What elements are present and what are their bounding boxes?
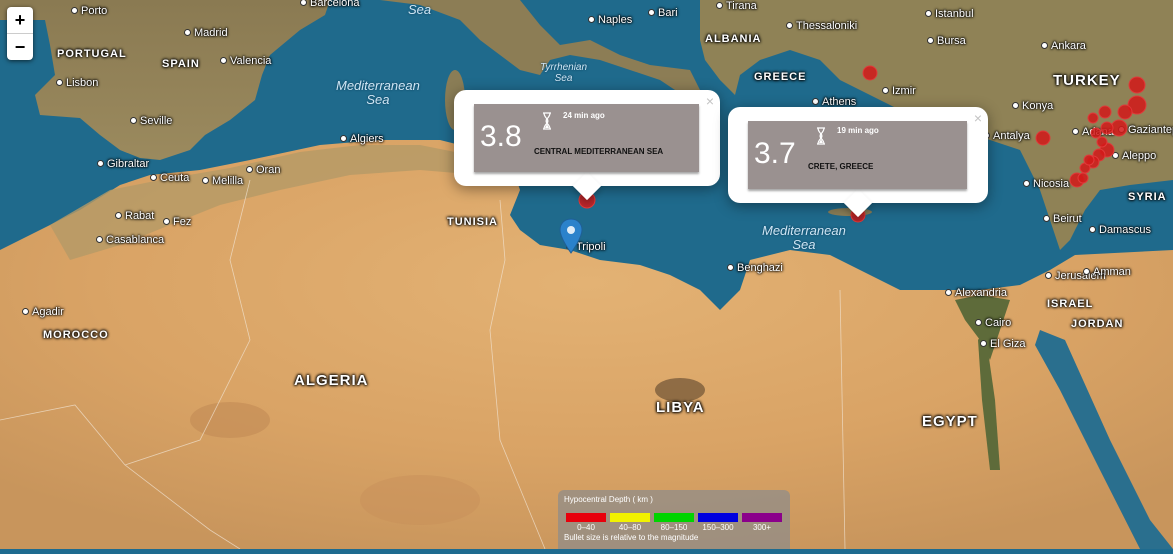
zoom-out-button[interactable]: −: [7, 33, 33, 60]
city-casablanca: Casablanca: [96, 234, 164, 246]
quake-magnitude: 3.8: [480, 120, 522, 153]
legend-range-label: 40–80: [618, 523, 642, 532]
country-syria: SYRIA: [1128, 191, 1167, 203]
country-algeria: ALGERIA: [294, 372, 369, 389]
city-nicosia: Nicosia: [1023, 178, 1069, 190]
sea-label-tyrrhenian: Tyrrhenian Sea: [540, 62, 588, 84]
sea-label-med-east: Mediterranean Sea: [762, 223, 846, 252]
quake-time-ago: 24 min ago: [563, 111, 605, 120]
city-madrid: Madrid: [184, 27, 228, 39]
popup-close-button[interactable]: ×: [974, 110, 982, 126]
country-albania: ALBANIA: [705, 33, 762, 45]
location-pin-icon[interactable]: [559, 218, 583, 254]
city-agadir: Agadir: [22, 306, 64, 318]
country-portugal: PORTUGAL: [57, 48, 127, 60]
city-alexandria: Alexandria: [945, 287, 1007, 299]
country-israel: ISRAEL: [1047, 298, 1094, 310]
city-bursa: Bursa: [927, 35, 966, 47]
city-seville: Seville: [130, 115, 172, 127]
quake-info-card: 3.7 19 min ago CRETE, GREECE: [748, 121, 967, 189]
city-gibraltar: Gibraltar: [97, 158, 149, 170]
depth-legend: Hypocentral Depth ( km ) 0–40 40–80 80–1…: [558, 490, 790, 549]
zoom-in-button[interactable]: +: [7, 7, 33, 33]
quake-magnitude: 3.7: [754, 137, 796, 170]
city-naples: Naples: [588, 14, 632, 26]
quake-info-card: 3.8 24 min ago CENTRAL MEDITERRANEAN SEA: [474, 104, 699, 172]
popup-close-button[interactable]: ×: [706, 93, 714, 109]
city-aleppo: Aleppo: [1112, 150, 1156, 162]
legend-title: Hypocentral Depth ( km ): [564, 495, 653, 504]
city-lisbon: Lisbon: [56, 77, 98, 89]
hourglass-icon: [817, 127, 825, 145]
legend-range-label: 150–300: [702, 523, 734, 532]
city-beirut: Beirut: [1043, 213, 1082, 225]
quake-region: CRETE, GREECE: [808, 162, 874, 171]
country-turkey: TURKEY: [1053, 72, 1121, 89]
quake-time-ago: 19 min ago: [837, 126, 879, 135]
legend-swatch: [698, 513, 738, 522]
city-istanbul: Istanbul: [925, 8, 974, 20]
city-fez: Fez: [163, 216, 191, 228]
city-antalya: Antalya: [983, 130, 1030, 142]
city-oran: Oran: [246, 164, 280, 176]
city-gaziantep: Gaziantep: [1118, 124, 1173, 136]
country-egypt: EGYPT: [922, 413, 978, 430]
city-melilla: Melilla: [202, 175, 243, 187]
zoom-control: + −: [7, 7, 33, 60]
city-tirana: Tirana: [716, 0, 757, 12]
city-benghazi: Benghazi: [727, 262, 783, 274]
city-amman: Amman: [1083, 266, 1131, 278]
city-barcelona: Barcelona: [300, 0, 360, 9]
city-bari: Bari: [648, 7, 678, 19]
city-damascus: Damascus: [1089, 224, 1151, 236]
legend-range-label: 80–150: [660, 523, 688, 532]
city-elgiza: El Giza: [980, 338, 1025, 350]
legend-swatch: [654, 513, 694, 522]
quake-popup-crete: × 3.7 19 min ago CRETE, GREECE: [728, 107, 988, 218]
legend-note: Bullet size is relative to the magnitude: [564, 533, 699, 542]
sea-label-med-west: Mediterranean Sea: [336, 78, 420, 107]
city-adana: Adana: [1072, 126, 1114, 138]
satellite-map[interactable]: Porto Madrid Barcelona Lisbon Valencia S…: [0, 0, 1173, 550]
country-morocco: MOROCCO: [43, 329, 109, 341]
city-valencia: Valencia: [220, 55, 271, 67]
legend-swatch: [610, 513, 650, 522]
sea-label-top: Sea: [408, 2, 432, 17]
city-algiers: Algiers: [340, 133, 384, 145]
quake-region: CENTRAL MEDITERRANEAN SEA: [534, 147, 664, 156]
legend-range-label: 0–40: [577, 523, 595, 532]
legend-range-label: 300+: [752, 523, 772, 532]
city-izmir: Izmir: [882, 85, 916, 97]
country-libya: LIBYA: [656, 399, 705, 416]
city-cairo: Cairo: [975, 317, 1011, 329]
legend-swatch: [742, 513, 782, 522]
city-porto: Porto: [71, 5, 107, 17]
country-tunisia: TUNISIA: [447, 216, 498, 228]
legend-swatch: [566, 513, 606, 522]
quake-popup-central-med: × 3.8 24 min ago CENTRAL MEDITERRANEAN S…: [454, 90, 720, 201]
city-rabat: Rabat: [115, 210, 154, 222]
hourglass-icon: [543, 112, 551, 130]
city-thessaloniki: Thessaloniki: [786, 20, 857, 32]
country-jordan: JORDAN: [1071, 318, 1124, 330]
city-konya: Konya: [1012, 100, 1053, 112]
city-ceuta: Ceuta: [150, 172, 189, 184]
country-greece: GREECE: [754, 71, 807, 83]
city-ankara: Ankara: [1041, 40, 1086, 52]
country-spain: SPAIN: [162, 58, 200, 70]
